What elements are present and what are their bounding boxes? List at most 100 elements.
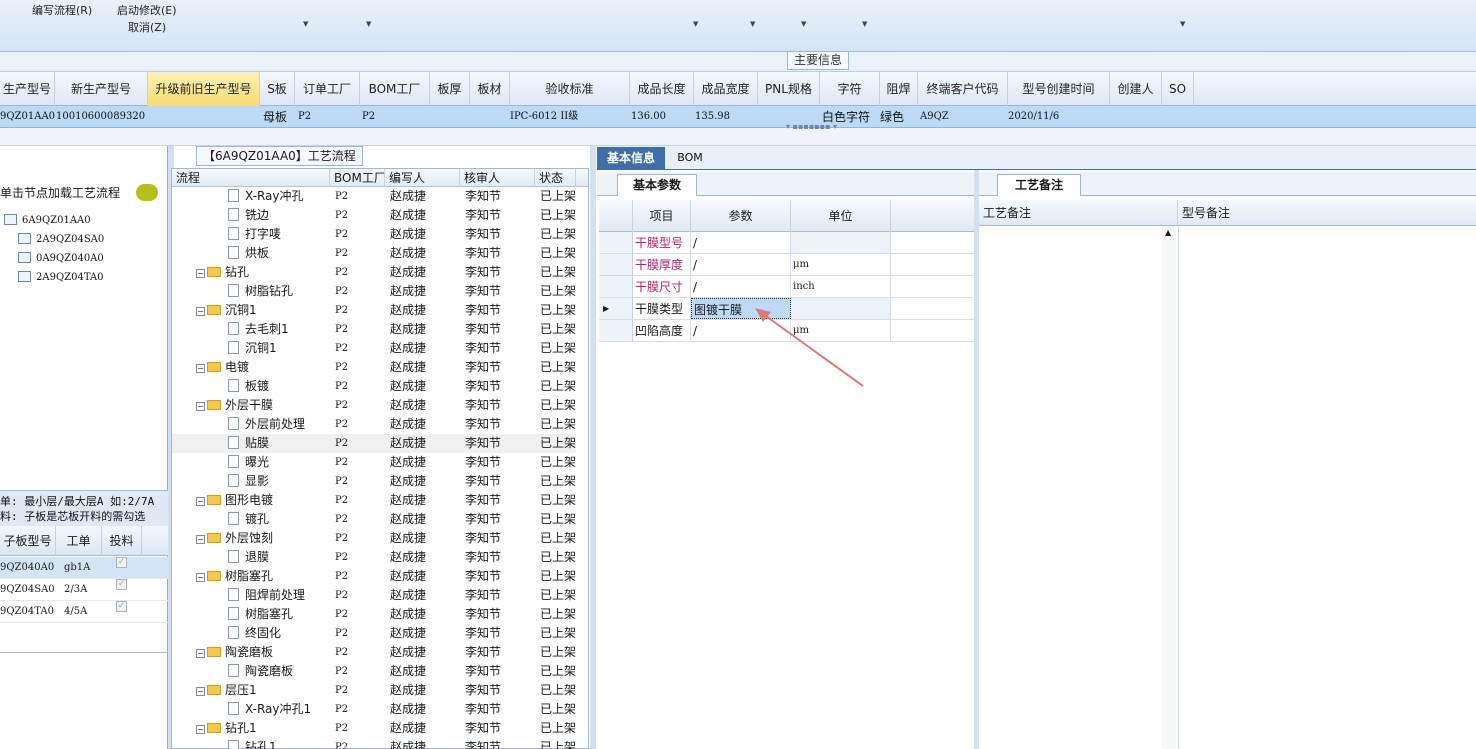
param-value[interactable]: /	[691, 276, 791, 297]
column-header[interactable]: 创建人	[1110, 72, 1162, 106]
process-row[interactable]: − 层压1 P2 赵成捷 李知节 已上架	[172, 681, 576, 700]
process-row[interactable]: 阻焊前处理 P2 赵成捷 李知节 已上架	[172, 586, 576, 605]
column-header[interactable]: 流程	[172, 169, 330, 187]
feed-checkbox[interactable]: ✓	[116, 601, 127, 612]
column-header[interactable]: 阻焊	[880, 72, 918, 106]
collapse-icon[interactable]: −	[196, 535, 205, 544]
process-row[interactable]: 终固化 P2 赵成捷 李知节 已上架	[172, 624, 576, 643]
process-row[interactable]: − 钻孔1 P2 赵成捷 李知节 已上架	[172, 719, 576, 738]
process-row[interactable]: 树脂塞孔 P2 赵成捷 李知节 已上架	[172, 605, 576, 624]
column-header[interactable]: 核审人	[460, 169, 535, 187]
sub-board-row[interactable]: 9QZ04SA0 2/3A ✓	[0, 579, 168, 601]
cell-width[interactable]: 135.98	[695, 106, 730, 128]
cell-length[interactable]: 136.00	[631, 106, 666, 128]
column-header[interactable]: 生产型号	[0, 72, 55, 106]
process-row[interactable]: 打字唛 P2 赵成捷 李知节 已上架	[172, 225, 576, 244]
process-row[interactable]: 钻孔1 P2 赵成捷 李知节 已上架	[172, 738, 576, 749]
column-header[interactable]: 型号创建时间	[1008, 72, 1110, 106]
process-row[interactable]: − 电镀 P2 赵成捷 李知节 已上架	[172, 358, 576, 377]
param-row[interactable]: 干膜厚度 / μm	[599, 254, 974, 276]
collapse-icon[interactable]: −	[196, 687, 205, 696]
feed-checkbox[interactable]: ✓	[116, 557, 127, 568]
column-header[interactable]: S板	[260, 72, 295, 106]
column-header[interactable]: 状态	[535, 169, 576, 187]
process-row[interactable]: 铣边 P2 赵成捷 李知节 已上架	[172, 206, 576, 225]
param-row[interactable]: 干膜型号 /	[599, 232, 974, 254]
column-header[interactable]: 新生产型号	[55, 72, 148, 106]
tree-node[interactable]: 2A9QZ04TA0	[18, 271, 104, 283]
column-header[interactable]: 工艺备注	[979, 200, 1178, 226]
column-header[interactable]: 板材	[470, 72, 510, 106]
process-row[interactable]: 退膜 P2 赵成捷 李知节 已上架	[172, 548, 576, 567]
process-row[interactable]: 显影 P2 赵成捷 李知节 已上架	[172, 472, 576, 491]
column-header[interactable]: 验收标准	[510, 72, 630, 106]
process-row[interactable]: 曝光 P2 赵成捷 李知节 已上架	[172, 453, 576, 472]
column-header[interactable]: 升级前旧生产型号	[148, 72, 260, 106]
column-header[interactable]: BOM工厂	[330, 169, 385, 187]
cell-created[interactable]: 2020/11/6	[1008, 106, 1059, 128]
tab-basic-info[interactable]: 基本信息	[597, 147, 665, 169]
param-unit[interactable]: μm	[791, 254, 891, 275]
collapse-icon[interactable]: −	[196, 269, 205, 278]
cell-order[interactable]: 4/5A	[64, 601, 87, 623]
column-header[interactable]: 单位	[791, 200, 891, 232]
column-header[interactable]: 子板型号	[0, 526, 56, 556]
process-row[interactable]: 烘板 P2 赵成捷 李知节 已上架	[172, 244, 576, 263]
process-row[interactable]: 陶瓷磨板 P2 赵成捷 李知节 已上架	[172, 662, 576, 681]
collapse-icon[interactable]: −	[196, 649, 205, 658]
tab-process-remark[interactable]: 工艺备注	[997, 174, 1081, 196]
cell-standard[interactable]: IPC-6012 II级	[510, 106, 578, 128]
collapse-icon[interactable]: −	[196, 497, 205, 506]
cell-order[interactable]: 2/3A	[64, 579, 87, 601]
collapse-icon[interactable]: −	[196, 573, 205, 582]
column-header[interactable]: 成品宽度	[694, 72, 758, 106]
cell-sub-model[interactable]: 9QZ04SA0	[0, 579, 55, 601]
process-row[interactable]: 外层前处理 P2 赵成捷 李知节 已上架	[172, 415, 576, 434]
process-row[interactable]: − 外层干膜 P2 赵成捷 李知节 已上架	[172, 396, 576, 415]
column-header[interactable]: 终端客户代码	[918, 72, 1008, 106]
dropdown-arrow-icon[interactable]: ▼	[693, 20, 698, 28]
collapse-icon[interactable]: −	[196, 307, 205, 316]
column-header[interactable]: 编写人	[385, 169, 460, 187]
column-header[interactable]: 工单	[56, 526, 102, 556]
column-header[interactable]: 板厚	[430, 72, 470, 106]
cell-board-type[interactable]: 母板	[263, 106, 287, 128]
cell-order[interactable]: gb1A	[64, 557, 90, 579]
process-row[interactable]: − 图形电镀 P2 赵成捷 李知节 已上架	[172, 491, 576, 510]
tab-bom[interactable]: BOM	[670, 147, 710, 169]
process-row[interactable]: − 钻孔 P2 赵成捷 李知节 已上架	[172, 263, 576, 282]
process-row[interactable]: 沉铜1 P2 赵成捷 李知节 已上架	[172, 339, 576, 358]
column-header[interactable]: SO	[1162, 72, 1194, 106]
process-row[interactable]: 去毛刺1 P2 赵成捷 李知节 已上架	[172, 320, 576, 339]
dropdown-arrow-icon[interactable]: ▼	[1180, 20, 1185, 28]
sub-board-row[interactable]: 9QZ040A0 gb1A ✓	[0, 557, 168, 579]
splitter-grip-icon[interactable]: ▾ ▪▪▪▪▪▪▪ ▾	[786, 122, 837, 131]
param-value[interactable]: /	[691, 232, 791, 253]
cancel-button[interactable]: 取消(Z)	[128, 19, 166, 35]
dropdown-arrow-icon[interactable]: ▼	[862, 20, 867, 28]
remark-scrollbar[interactable]: ▲	[1162, 226, 1176, 749]
process-row[interactable]: 树脂钻孔 P2 赵成捷 李知节 已上架	[172, 282, 576, 301]
process-row[interactable]: 镀孔 P2 赵成捷 李知节 已上架	[172, 510, 576, 529]
chat-bubble-icon[interactable]	[136, 184, 158, 201]
edit-flow-button[interactable]: 编写流程(R)	[32, 2, 92, 18]
tree-node[interactable]: 0A9QZ040A0	[18, 252, 104, 264]
cell-mask[interactable]: 绿色	[880, 106, 904, 128]
column-header[interactable]: 项目	[633, 200, 691, 232]
dropdown-arrow-icon[interactable]: ▼	[801, 20, 806, 28]
column-header[interactable]: 投料	[102, 526, 142, 556]
tab-basic-params[interactable]: 基本参数	[617, 174, 697, 196]
feed-checkbox[interactable]: ✓	[116, 579, 127, 590]
dropdown-arrow-icon[interactable]: ▼	[366, 20, 371, 28]
cell-new-model[interactable]: 10010600089320	[56, 106, 145, 128]
start-edit-button[interactable]: 启动修改(E)	[117, 2, 177, 18]
process-row[interactable]: − 外层蚀刻 P2 赵成捷 李知节 已上架	[172, 529, 576, 548]
collapse-icon[interactable]: −	[196, 364, 205, 373]
column-header[interactable]: 参数	[691, 200, 791, 232]
horizontal-splitter[interactable]: ▾ ▪▪▪▪▪▪▪ ▾	[0, 122, 1476, 146]
cell-order-factory[interactable]: P2	[298, 106, 311, 128]
cell-bom-factory[interactable]: P2	[362, 106, 375, 128]
sub-board-row[interactable]: 9QZ04TA0 4/5A ✓	[0, 601, 168, 623]
cell-customer-code[interactable]: A9QZ	[920, 106, 949, 128]
param-value[interactable]: /	[691, 254, 791, 275]
